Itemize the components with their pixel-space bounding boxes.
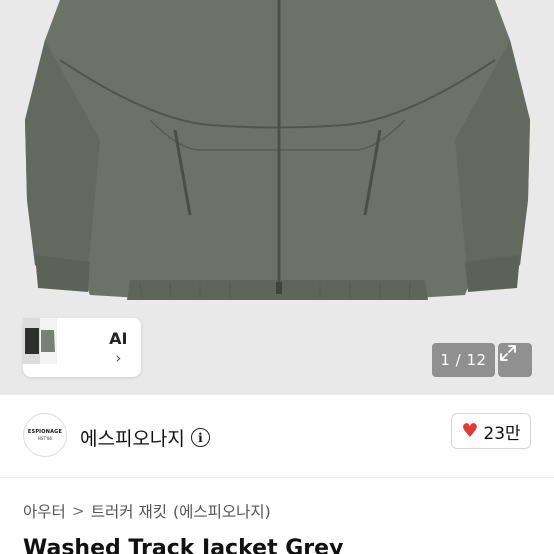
breadcrumb-item-brand[interactable]: (에스피오나지) <box>173 500 271 522</box>
breadcrumb-item-category[interactable]: 트러커 재킷 <box>91 500 167 522</box>
seller-row: ESPIONAGE NST'86 에스피오나지 i ♥ 23만 <box>0 395 554 477</box>
ai-label: AI <box>109 329 128 348</box>
expand-button[interactable] <box>498 343 532 377</box>
chevron-right-icon: > <box>71 502 85 520</box>
product-image[interactable]: AI › 1 / 12 <box>0 0 554 395</box>
seller-logo-text: ESPIONAGE <box>27 429 63 435</box>
heart-icon: ♥ <box>461 420 479 442</box>
seller-logo[interactable]: ESPIONAGE NST'86 <box>23 413 67 457</box>
thumbnail-strip: AI › <box>23 318 141 377</box>
expand-icon <box>500 345 516 361</box>
seller-name: 에스피오나지 <box>80 428 185 450</box>
thumbnail-jacket-variants[interactable] <box>23 318 97 371</box>
breadcrumb: 아우터 > 트러커 재킷 (에스피오나지) <box>23 500 271 522</box>
info-icon[interactable]: i <box>190 428 210 447</box>
divider <box>0 477 554 478</box>
breadcrumb-item-outer[interactable]: 아우터 <box>23 500 66 522</box>
like-button[interactable]: ♥ 23만 <box>451 413 531 449</box>
chevron-right-icon: › <box>115 349 122 367</box>
seller-name-link[interactable]: 에스피오나지 i <box>80 424 210 451</box>
product-title: Washed Track Jacket Grey <box>23 536 344 554</box>
seller-logo-subtext: NST'86 <box>37 436 53 441</box>
like-count: 23만 <box>483 423 521 444</box>
ai-thumbnail-button[interactable]: AI › <box>102 325 135 371</box>
image-pager: 1 / 12 <box>432 343 495 377</box>
